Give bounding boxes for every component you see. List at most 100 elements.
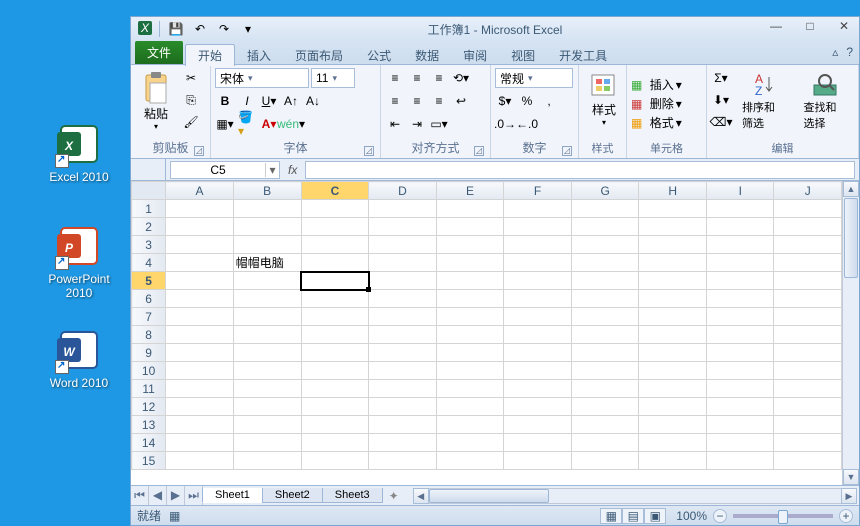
cell-E11[interactable] (436, 380, 504, 398)
cell-I14[interactable] (707, 434, 774, 452)
row-header-13[interactable]: 13 (132, 416, 166, 434)
orientation-button[interactable]: ⟲▾ (451, 68, 471, 88)
cell-D5[interactable] (369, 272, 437, 290)
cell-F8[interactable] (504, 326, 572, 344)
cell-G2[interactable] (571, 218, 639, 236)
cell-E6[interactable] (436, 290, 504, 308)
dialog-launcher[interactable]: ◿ (364, 146, 374, 156)
autosum-button[interactable]: Σ▾ (711, 68, 731, 88)
sheet-tab-1[interactable]: Sheet2 (262, 488, 323, 503)
cell-D15[interactable] (369, 452, 437, 470)
ribbon-tab-3[interactable]: 公式 (355, 45, 403, 66)
cell-C4[interactable] (301, 254, 369, 272)
cell-G10[interactable] (571, 362, 639, 380)
align-center[interactable]: ≡ (407, 91, 427, 111)
cell-A12[interactable] (166, 398, 234, 416)
cell-H11[interactable] (639, 380, 707, 398)
cell-A9[interactable] (166, 344, 234, 362)
underline-button[interactable]: U▾ (259, 91, 279, 111)
row-header-14[interactable]: 14 (132, 434, 166, 452)
increase-indent[interactable]: ⇥ (407, 114, 427, 134)
name-box[interactable]: C5 ▾ (170, 161, 280, 179)
cell-I15[interactable] (707, 452, 774, 470)
align-right[interactable]: ≡ (429, 91, 449, 111)
cell-F3[interactable] (504, 236, 572, 254)
wrap-text[interactable]: ↩ (451, 91, 471, 111)
cell-E13[interactable] (436, 416, 504, 434)
cell-E5[interactable] (436, 272, 504, 290)
desktop-icon-powerpoint[interactable]: P PowerPoint 2010 (42, 222, 116, 300)
cell-A13[interactable] (166, 416, 234, 434)
cell-I9[interactable] (707, 344, 774, 362)
minimize-button[interactable]: — (765, 19, 787, 37)
cell-F14[interactable] (504, 434, 572, 452)
cell-C15[interactable] (301, 452, 369, 470)
cell-G1[interactable] (571, 200, 639, 218)
cell-E3[interactable] (436, 236, 504, 254)
cell-E8[interactable] (436, 326, 504, 344)
fx-icon[interactable]: fx (288, 163, 297, 177)
cell-C8[interactable] (301, 326, 369, 344)
cell-I11[interactable] (707, 380, 774, 398)
cell-I6[interactable] (707, 290, 774, 308)
cell-E1[interactable] (436, 200, 504, 218)
sheet-nav-next[interactable]: ▶ (167, 486, 185, 505)
cell-D10[interactable] (369, 362, 437, 380)
cell-I1[interactable] (707, 200, 774, 218)
new-sheet-button[interactable]: ✦ (383, 488, 405, 504)
macro-record-icon[interactable]: ▦ (169, 509, 180, 523)
cell-C10[interactable] (301, 362, 369, 380)
align-top[interactable]: ≡ (385, 68, 405, 88)
zoom-in[interactable]: + (839, 509, 853, 523)
sheet-tab-0[interactable]: Sheet1 (202, 488, 263, 503)
cell-A1[interactable] (166, 200, 234, 218)
cell-I3[interactable] (707, 236, 774, 254)
cell-B2[interactable] (233, 218, 301, 236)
sheet-nav-last[interactable]: ⏭ (185, 486, 203, 505)
cell-F5[interactable] (504, 272, 572, 290)
row-header-8[interactable]: 8 (132, 326, 166, 344)
cell-E14[interactable] (436, 434, 504, 452)
sort-filter-button[interactable]: AZ 排序和筛选 (735, 68, 793, 134)
col-header-I[interactable]: I (707, 182, 774, 200)
cell-H5[interactable] (639, 272, 707, 290)
comma-button[interactable]: , (539, 91, 559, 111)
cell-H9[interactable] (639, 344, 707, 362)
cell-H4[interactable] (639, 254, 707, 272)
qat-save[interactable]: 💾 (166, 19, 186, 39)
sheet-tab-2[interactable]: Sheet3 (322, 488, 383, 503)
format-cells[interactable]: ▦ 格式▾ (631, 114, 702, 131)
cell-F6[interactable] (504, 290, 572, 308)
scroll-down[interactable]: ▼ (843, 469, 859, 485)
scroll-up[interactable]: ▲ (843, 181, 859, 197)
bold-button[interactable]: B (215, 91, 235, 111)
ribbon-tab-0[interactable]: 开始 (185, 44, 235, 66)
cell-G11[interactable] (571, 380, 639, 398)
cell-F10[interactable] (504, 362, 572, 380)
decrease-indent[interactable]: ⇤ (385, 114, 405, 134)
spreadsheet-grid[interactable]: ABCDEFGHIJ1234帽帽电脑56789101112131415 (131, 181, 842, 485)
cell-F1[interactable] (504, 200, 572, 218)
cell-H8[interactable] (639, 326, 707, 344)
maximize-button[interactable]: □ (799, 19, 821, 37)
increase-decimal[interactable]: .0→ (495, 114, 515, 134)
ribbon-tab-4[interactable]: 数据 (403, 45, 451, 66)
cell-J6[interactable] (774, 290, 842, 308)
cell-A11[interactable] (166, 380, 234, 398)
col-header-B[interactable]: B (233, 182, 301, 200)
horizontal-scrollbar[interactable]: ◀ ▶ (413, 488, 857, 504)
close-button[interactable]: ✕ (833, 19, 855, 37)
row-header-3[interactable]: 3 (132, 236, 166, 254)
cell-D9[interactable] (369, 344, 437, 362)
cell-G13[interactable] (571, 416, 639, 434)
cell-G6[interactable] (571, 290, 639, 308)
namebox-dropdown[interactable]: ▾ (265, 163, 279, 177)
scroll-right[interactable]: ▶ (841, 488, 857, 504)
cell-B11[interactable] (233, 380, 301, 398)
cell-E12[interactable] (436, 398, 504, 416)
cut-button[interactable]: ✂ (181, 68, 201, 88)
qat-undo[interactable]: ↶ (190, 19, 210, 39)
cell-E10[interactable] (436, 362, 504, 380)
cell-D8[interactable] (369, 326, 437, 344)
ribbon-tab-5[interactable]: 审阅 (451, 45, 499, 66)
